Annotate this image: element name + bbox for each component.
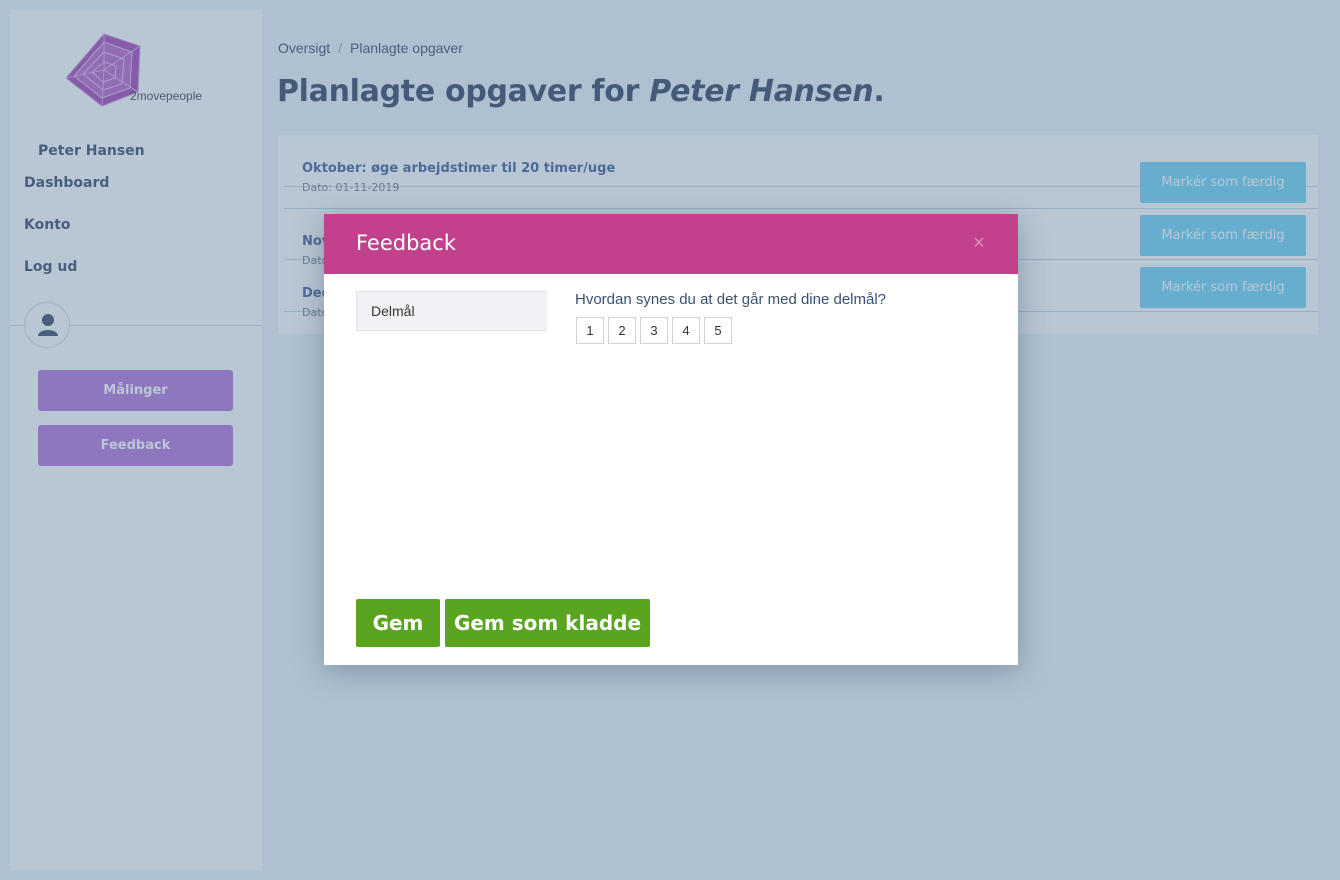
rating-option-5[interactable]: 5 bbox=[704, 317, 732, 344]
tab-delmaal[interactable]: Delmål bbox=[356, 291, 547, 331]
rating-option-2[interactable]: 2 bbox=[608, 317, 636, 344]
feedback-modal: Feedback × Delmål Hvordan synes du at de… bbox=[324, 214, 1018, 665]
rating-option-4[interactable]: 4 bbox=[672, 317, 700, 344]
modal-header: Feedback × bbox=[324, 214, 1018, 274]
close-icon[interactable]: × bbox=[970, 232, 988, 254]
save-button[interactable]: Gem bbox=[356, 599, 440, 647]
modal-title: Feedback bbox=[356, 231, 457, 255]
save-draft-button[interactable]: Gem som kladde bbox=[445, 599, 650, 647]
question-text: Hvordan synes du at det går med dine del… bbox=[575, 291, 887, 308]
rating-option-3[interactable]: 3 bbox=[640, 317, 668, 344]
rating-option-1[interactable]: 1 bbox=[576, 317, 604, 344]
